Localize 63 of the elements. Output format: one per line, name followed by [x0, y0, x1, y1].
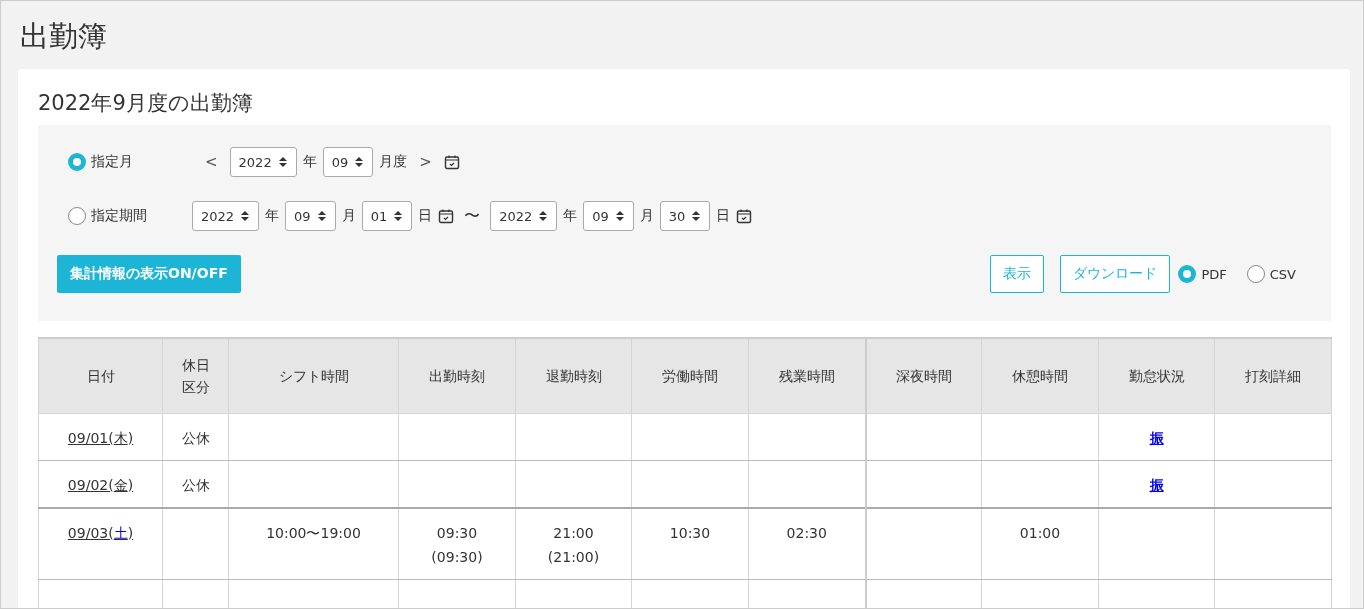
column-header: 出勤時刻 [398, 338, 516, 414]
radio-button[interactable] [68, 207, 86, 225]
column-header: 深夜時間 [865, 338, 982, 414]
column-header: 休憩時間 [981, 338, 1099, 414]
prev-month-button[interactable]: < [199, 153, 224, 171]
table-cell: 02:30 [748, 507, 866, 580]
spinner-icon [277, 156, 288, 168]
month-select[interactable]: 09 [583, 201, 634, 231]
radio-button[interactable] [68, 153, 86, 171]
calendar-icon[interactable] [443, 154, 460, 170]
spinner-icon [538, 210, 549, 222]
spinner-icon [691, 210, 702, 222]
radio-label: 指定月 [91, 153, 133, 171]
day-select[interactable]: 30 [659, 201, 711, 231]
table-cell: 公休 [162, 413, 229, 461]
range-separator: 〜 [464, 205, 481, 227]
calendar-icon[interactable] [736, 208, 753, 224]
unit-label: 年 [563, 207, 578, 225]
day-select[interactable]: 01 [361, 201, 413, 231]
calendar-icon[interactable] [438, 208, 455, 224]
unit-label: 年 [265, 207, 280, 225]
radio-label: 指定期間 [91, 207, 147, 225]
table-cell: 21:00 (21:00) [515, 507, 632, 580]
date-link[interactable]: 09/01(木) [67, 430, 134, 446]
date-link[interactable]: 09/03(土) [67, 524, 134, 541]
spinner-icon [316, 210, 327, 222]
unit-label: 月 [639, 207, 654, 225]
column-header: 打刻詳細 [1214, 338, 1332, 414]
column-header: 休日区分 [162, 338, 229, 414]
year-select[interactable]: 2022 [490, 201, 558, 231]
unit-label: 日 [418, 207, 433, 225]
spinner-icon [354, 156, 365, 168]
next-month-button[interactable]: > [413, 153, 438, 171]
unit-label: 日 [716, 207, 731, 225]
status-link[interactable]: 振 [1149, 477, 1164, 493]
date-link[interactable]: 09/02(金) [67, 477, 134, 493]
radio-button[interactable] [1246, 265, 1265, 283]
card-title: 2022年9月度の出勤簿 [38, 90, 253, 117]
radio-label: PDF [1201, 266, 1227, 282]
table-cell: 10:30 [631, 507, 749, 580]
spinner-icon [393, 210, 404, 222]
status-link[interactable]: 振 [1149, 430, 1164, 446]
column-header: 日付 [38, 338, 163, 414]
spinner-icon [614, 210, 625, 222]
column-header: 勤怠状況 [1098, 338, 1215, 414]
year-select[interactable]: 2022 [229, 147, 297, 177]
spinner-icon [240, 210, 251, 222]
column-header: 労働時間 [631, 338, 749, 414]
table-cell: 10:00〜19:00 [228, 507, 399, 580]
month-select[interactable]: 09 [322, 147, 374, 177]
table-cell: 09:30 (09:30) [398, 507, 516, 580]
unit-label: 年 [302, 153, 317, 171]
table-cell: 01:00 [981, 507, 1099, 580]
radio-button[interactable] [1178, 265, 1197, 283]
column-header: シフト時間 [228, 338, 399, 414]
page-title: 出勤簿 [20, 18, 107, 55]
radio-label: CSV [1269, 266, 1296, 282]
unit-label: 月 [341, 207, 356, 225]
column-header: 退勤時刻 [515, 338, 632, 414]
column-header: 残業時間 [748, 338, 866, 414]
year-select[interactable]: 2022 [192, 201, 260, 231]
unit-label: 月度 [379, 153, 408, 171]
month-select[interactable]: 09 [285, 201, 336, 231]
